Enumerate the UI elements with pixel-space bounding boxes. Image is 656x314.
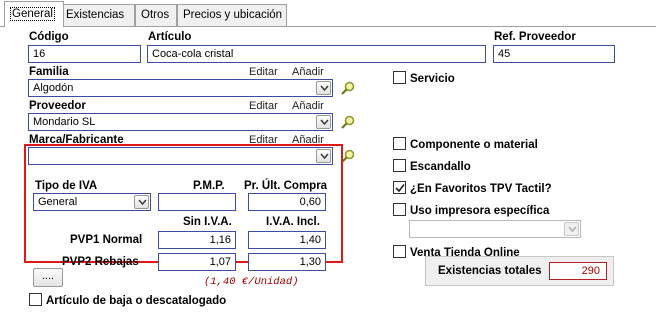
pvp2-sin-iva-field[interactable]: 1,07 xyxy=(158,253,236,271)
servicio-checkbox-label: Servicio xyxy=(410,73,455,85)
baja-checkbox-label: Artículo de baja o descatalogado xyxy=(46,295,227,307)
pmp-label: P.M.P. xyxy=(193,180,225,192)
escandallo-checkbox-row[interactable]: Escandallo xyxy=(393,159,471,175)
proveedor-lookup-search-icon[interactable] xyxy=(340,114,356,130)
baja-checkbox-row[interactable]: Artículo de baja o descatalogado xyxy=(29,293,226,309)
existencias-label: Existencias totales xyxy=(438,265,542,277)
componente-checkbox-row[interactable]: Componente o material xyxy=(393,137,538,153)
codigo-field[interactable]: 16 xyxy=(28,45,141,63)
componente-checkbox-label: Componente o material xyxy=(410,139,538,151)
chevron-down-icon[interactable] xyxy=(316,81,331,95)
chevron-down-icon[interactable] xyxy=(316,115,331,129)
impresora-checkbox-row[interactable]: Uso impresora específica xyxy=(393,203,549,219)
proveedor-edit-link[interactable]: Editar xyxy=(249,100,278,112)
sin-iva-header: Sin I.V.A. xyxy=(183,216,232,228)
ult-compra-label: Pr. Últ. Compra xyxy=(244,180,328,192)
escandallo-checkbox[interactable] xyxy=(393,159,406,172)
pvp1-sin-iva-field[interactable]: 1,16 xyxy=(158,231,236,249)
familia-select-value: Algodón xyxy=(33,82,74,94)
chevron-down-icon[interactable] xyxy=(564,222,579,236)
pmp-field[interactable] xyxy=(158,193,236,211)
familia-label: Familia xyxy=(29,66,69,78)
existencias-box: Existencias totales 290 xyxy=(425,256,614,286)
pvp2-label: PVP2 Rebajas xyxy=(62,256,139,268)
familia-select[interactable]: Algodón xyxy=(28,79,333,97)
ref-proveedor-label: Ref. Proveedor xyxy=(494,31,576,43)
pvp1-iva-incl-field[interactable]: 1,40 xyxy=(248,231,326,249)
unit-price-note: (1,40 €/Unidad) xyxy=(204,276,299,288)
tab-strip: Existencias Otros Precios y ubicación Ge… xyxy=(0,0,656,27)
tipo-iva-label: Tipo de IVA xyxy=(35,180,98,192)
iva-incl-header: I.V.A. Incl. xyxy=(266,216,320,228)
impresora-checkbox-label: Uso impresora específica xyxy=(410,205,550,217)
ult-compra-field[interactable]: 0,60 xyxy=(248,193,326,211)
tipo-iva-select[interactable]: General xyxy=(33,193,151,211)
proveedor-label: Proveedor xyxy=(29,100,86,112)
impresora-select[interactable] xyxy=(409,220,581,238)
chevron-down-icon[interactable] xyxy=(134,195,149,209)
codigo-label: Código xyxy=(29,31,69,43)
favoritos-checkbox-row[interactable]: ¿En Favoritos TPV Tactil? xyxy=(393,181,552,197)
impresora-checkbox[interactable] xyxy=(393,203,406,216)
check-icon xyxy=(395,184,405,193)
venta-online-checkbox[interactable] xyxy=(393,245,406,258)
tab-otros[interactable]: Otros xyxy=(135,4,177,26)
servicio-checkbox-row[interactable]: Servicio xyxy=(393,71,455,87)
familia-add-link[interactable]: Añadir xyxy=(292,66,324,78)
escandallo-checkbox-label: Escandallo xyxy=(410,161,471,173)
articulo-field[interactable]: Coca-cola cristal xyxy=(147,45,486,63)
articulo-label: Artículo xyxy=(148,31,192,43)
familia-lookup-search-icon[interactable] xyxy=(340,80,356,96)
familia-edit-link[interactable]: Editar xyxy=(249,66,278,78)
tab-general[interactable]: General xyxy=(4,1,64,27)
proveedor-select[interactable]: Mondario SL xyxy=(28,113,333,131)
baja-checkbox[interactable] xyxy=(29,293,42,306)
pvp1-label: PVP1 Normal xyxy=(70,234,143,246)
ref-proveedor-field[interactable]: 45 xyxy=(493,45,615,63)
tab-existencias[interactable]: Existencias xyxy=(60,4,135,26)
componente-checkbox[interactable] xyxy=(393,137,406,150)
proveedor-add-link[interactable]: Añadir xyxy=(292,100,324,112)
favoritos-checkbox[interactable] xyxy=(393,181,406,194)
existencias-field: 290 xyxy=(549,262,607,280)
more-prices-button[interactable]: .... xyxy=(33,268,63,287)
tab-precios-ubicacion[interactable]: Precios y ubicación xyxy=(177,4,287,26)
tipo-iva-select-value: General xyxy=(38,196,78,208)
pvp2-iva-incl-field[interactable]: 1,30 xyxy=(248,253,326,271)
favoritos-checkbox-label: ¿En Favoritos TPV Tactil? xyxy=(410,183,552,195)
proveedor-select-value: Mondario SL xyxy=(33,116,96,128)
servicio-checkbox[interactable] xyxy=(393,71,406,84)
